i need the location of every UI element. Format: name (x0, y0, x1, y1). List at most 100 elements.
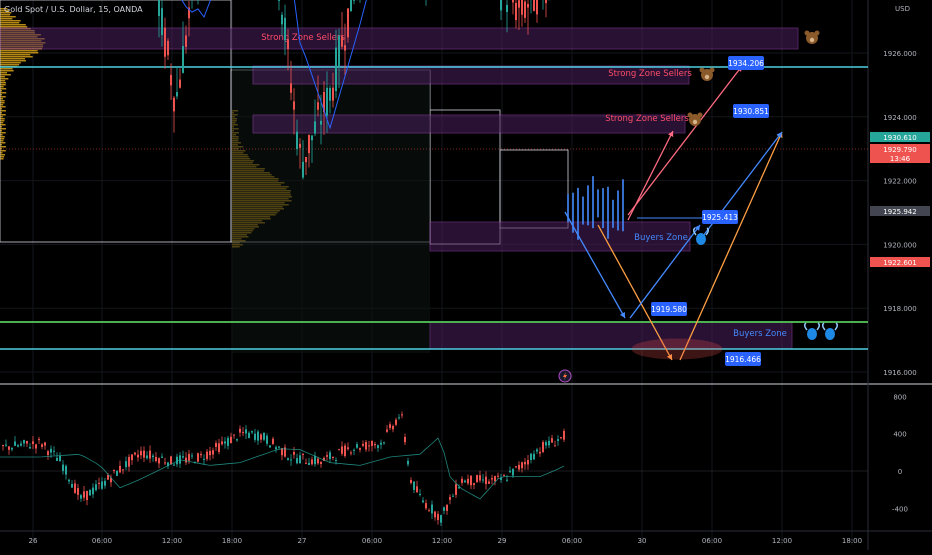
profile-bar (0, 82, 6, 84)
osc-candle-body (227, 437, 229, 446)
osc-candle-body (53, 450, 55, 452)
osc-candle-body (374, 444, 376, 446)
chart-canvas[interactable]: Strong Zone Sellers Strong Zone Sellers St… (0, 0, 932, 550)
osc-candle-body (509, 470, 511, 473)
osc-candle-body (257, 431, 259, 441)
profile-bar (0, 118, 5, 120)
osc-candle-body (320, 461, 322, 464)
time-tick: 18:00 (222, 537, 242, 545)
osc-candle-body (326, 455, 328, 457)
osc-candle-body (50, 448, 52, 453)
osc-candle-body (404, 436, 406, 443)
profile-bar (0, 56, 33, 58)
osc-candle-body (287, 458, 289, 460)
osc-candle-body (122, 469, 124, 471)
bear-snout (809, 37, 815, 43)
osc-candle-body (548, 440, 550, 446)
profile-bar (0, 114, 6, 116)
osc-candle-body (29, 446, 31, 449)
profile-bar (0, 62, 21, 64)
osc-candle-body (488, 481, 490, 484)
osc-candle-body (386, 429, 388, 432)
bear-snout (704, 74, 710, 80)
candle-body (521, 0, 523, 15)
candle-body (344, 45, 346, 51)
price-tick: 1924.000 (883, 114, 916, 122)
profile-bar (0, 70, 14, 72)
osc-candle-body (428, 510, 430, 512)
osc-candle-body (2, 445, 4, 447)
osc-candle-body (296, 458, 298, 464)
price-badge-text: 1930.610 (883, 134, 916, 142)
osc-candle-body (155, 456, 157, 462)
time-tick: 26 (29, 537, 38, 545)
profile-bar (0, 26, 28, 28)
osc-candle-body (425, 503, 427, 509)
osc-candle-body (59, 455, 61, 462)
profile-bar (0, 64, 20, 66)
profile-bar (0, 122, 4, 124)
candle-body (515, 2, 517, 21)
osc-candle-body (356, 444, 358, 448)
osc-candle-body (158, 458, 160, 464)
osc-candle-body (92, 487, 94, 495)
time-tick: 18:00 (842, 537, 862, 545)
osc-candle-body (542, 442, 544, 452)
price-label-text: 1934.206 (728, 59, 764, 68)
time-tick: 06:00 (362, 537, 382, 545)
osc-candle-body (545, 442, 547, 446)
osc-candle-body (140, 450, 142, 456)
osc-candle-body (464, 480, 466, 483)
osc-candle-body (26, 440, 28, 444)
osc-candle-body (38, 439, 40, 441)
bear-ear (697, 112, 703, 118)
osc-candle-body (551, 438, 553, 443)
bear-snout (692, 119, 698, 125)
osc-candle-body (203, 458, 205, 460)
profile-bar (0, 20, 21, 22)
sellers-zone-label: Strong Zone Sellers (605, 114, 689, 124)
bear-ear (814, 30, 820, 36)
osc-candle-body (515, 466, 517, 468)
osc-candle-body (95, 484, 97, 491)
osc-candle-body (521, 462, 523, 469)
osc-candle-body (557, 439, 559, 441)
lightning-icon (558, 369, 572, 383)
osc-candle-body (8, 446, 10, 450)
price-tick: 1922.000 (883, 178, 916, 186)
candle-body (170, 74, 172, 86)
trading-chart[interactable]: Strong Zone Sellers Strong Zone Sellers St… (0, 0, 932, 550)
osc-candle-body (359, 448, 361, 450)
osc-candle-body (221, 441, 223, 445)
price-tick: 1920.000 (883, 241, 916, 249)
buyers-zone-label: Buyers Zone (733, 329, 787, 339)
osc-candle-body (419, 493, 421, 495)
buyers-zone-label: Buyers Zone (634, 233, 688, 243)
osc-candle-body (365, 441, 367, 450)
profile-bar (0, 54, 31, 56)
profile-bar (0, 74, 11, 76)
osc-candle-body (530, 453, 532, 460)
osc-candle-body (308, 462, 310, 466)
candle-body (311, 135, 313, 141)
osc-candle-body (185, 457, 187, 463)
osc-candle-body (350, 452, 352, 454)
osc-candle-body (215, 443, 217, 447)
osc-candle-body (131, 454, 133, 461)
osc-candle-body (482, 479, 484, 481)
osc-candle-body (77, 488, 79, 495)
bear-ear (709, 67, 715, 73)
osc-candle-body (47, 451, 49, 455)
profile-bar (0, 60, 26, 62)
symbol-title: Gold Spot / U.S. Dollar, 15, OANDA (4, 5, 143, 14)
profile-bar (0, 106, 6, 108)
osc-candle-body (479, 475, 481, 481)
osc-candle-body (512, 468, 514, 476)
price-label-text: 1916.466 (725, 355, 761, 364)
candle-body (158, 0, 160, 17)
osc-candle-body (554, 445, 556, 447)
osc-candle-body (149, 450, 151, 459)
osc-candle-body (164, 462, 166, 464)
osc-candle-body (278, 446, 280, 448)
time-tick: 06:00 (92, 537, 112, 545)
